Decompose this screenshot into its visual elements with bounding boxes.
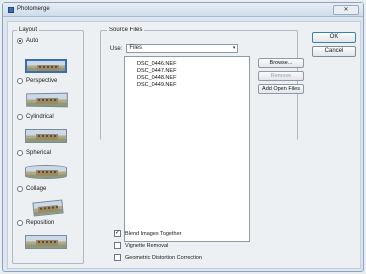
use-row: Use: Files ▾ xyxy=(110,44,239,53)
geometric-distortion-label: Geometric Distortion Correction xyxy=(125,254,203,261)
use-label: Use: xyxy=(110,45,123,52)
ok-button[interactable]: OK xyxy=(312,32,356,43)
close-button[interactable]: ✕ xyxy=(333,5,359,15)
source-file-list[interactable]: DSC_0446.NEF DSC_0447.NEF DSC_0448.NEF D… xyxy=(124,56,250,242)
radio-icon[interactable] xyxy=(17,186,23,192)
layout-option-label: Collage xyxy=(26,186,47,192)
layout-option-perspective[interactable]: Perspective xyxy=(17,77,57,85)
close-icon: ✕ xyxy=(343,7,349,13)
auto-preview-image xyxy=(25,59,67,73)
blend-images-option[interactable]: ✓ Blend Images Together xyxy=(114,230,181,237)
layout-option-label: Reposition xyxy=(26,220,55,226)
cylindrical-preview-image xyxy=(25,129,67,143)
layout-option-label: Cylindrical xyxy=(26,114,54,120)
remove-button[interactable]: Remove xyxy=(258,71,304,81)
checkbox-icon[interactable] xyxy=(114,242,121,249)
dialog-body: Layout Auto Perspective Cylindrical Sphe… xyxy=(7,21,361,269)
use-dropdown-value: Files xyxy=(129,45,143,51)
radio-icon[interactable] xyxy=(17,38,23,44)
radio-icon[interactable] xyxy=(17,220,23,226)
radio-icon[interactable] xyxy=(17,78,23,84)
vignette-removal-label: Vignette Removal xyxy=(125,242,169,249)
layout-group: Layout Auto Perspective Cylindrical Sphe… xyxy=(12,27,84,264)
add-open-files-button[interactable]: Add Open Files xyxy=(258,84,304,94)
layout-option-auto[interactable]: Auto xyxy=(17,37,38,45)
blend-images-label: Blend Images Together xyxy=(125,230,182,237)
list-item[interactable]: DSC_0449.NEF xyxy=(137,82,176,88)
chevron-down-icon: ▾ xyxy=(232,45,236,51)
vignette-removal-option[interactable]: Vignette Removal xyxy=(114,242,168,249)
photomerge-dialog: Photomerge ✕ Layout Auto Perspective Cyl… xyxy=(2,2,364,272)
layout-option-collage[interactable]: Collage xyxy=(17,185,46,193)
checkbox-checked-icon[interactable]: ✓ xyxy=(114,230,121,237)
use-dropdown[interactable]: Files ▾ xyxy=(126,44,239,53)
layout-group-label: Layout xyxy=(17,27,40,33)
radio-icon[interactable] xyxy=(17,114,23,120)
layout-option-reposition[interactable]: Reposition xyxy=(17,219,54,227)
spherical-preview-image xyxy=(25,165,67,179)
layout-option-label: Auto xyxy=(26,38,39,44)
app-icon xyxy=(8,7,14,13)
perspective-preview-image xyxy=(26,92,68,108)
window-title: Photomerge xyxy=(17,6,50,12)
checkbox-icon[interactable] xyxy=(114,254,121,261)
list-item[interactable]: DSC_0448.NEF xyxy=(137,75,176,81)
layout-option-spherical[interactable]: Spherical xyxy=(17,149,51,157)
reposition-preview-image xyxy=(25,235,67,249)
title-bar[interactable]: Photomerge ✕ xyxy=(3,3,363,17)
list-item[interactable]: DSC_0447.NEF xyxy=(137,68,176,74)
radio-icon[interactable] xyxy=(17,150,23,156)
layout-option-label: Perspective xyxy=(26,78,58,84)
collage-preview-image xyxy=(32,199,64,217)
geometric-distortion-option[interactable]: Geometric Distortion Correction xyxy=(114,254,202,261)
layout-option-cylindrical[interactable]: Cylindrical xyxy=(17,113,54,121)
browse-button[interactable]: Browse... xyxy=(258,58,304,68)
layout-option-label: Spherical xyxy=(26,150,52,156)
cancel-button[interactable]: Cancel xyxy=(312,46,356,57)
source-files-label: Source Files xyxy=(107,27,145,33)
list-item[interactable]: DSC_0446.NEF xyxy=(137,61,176,67)
